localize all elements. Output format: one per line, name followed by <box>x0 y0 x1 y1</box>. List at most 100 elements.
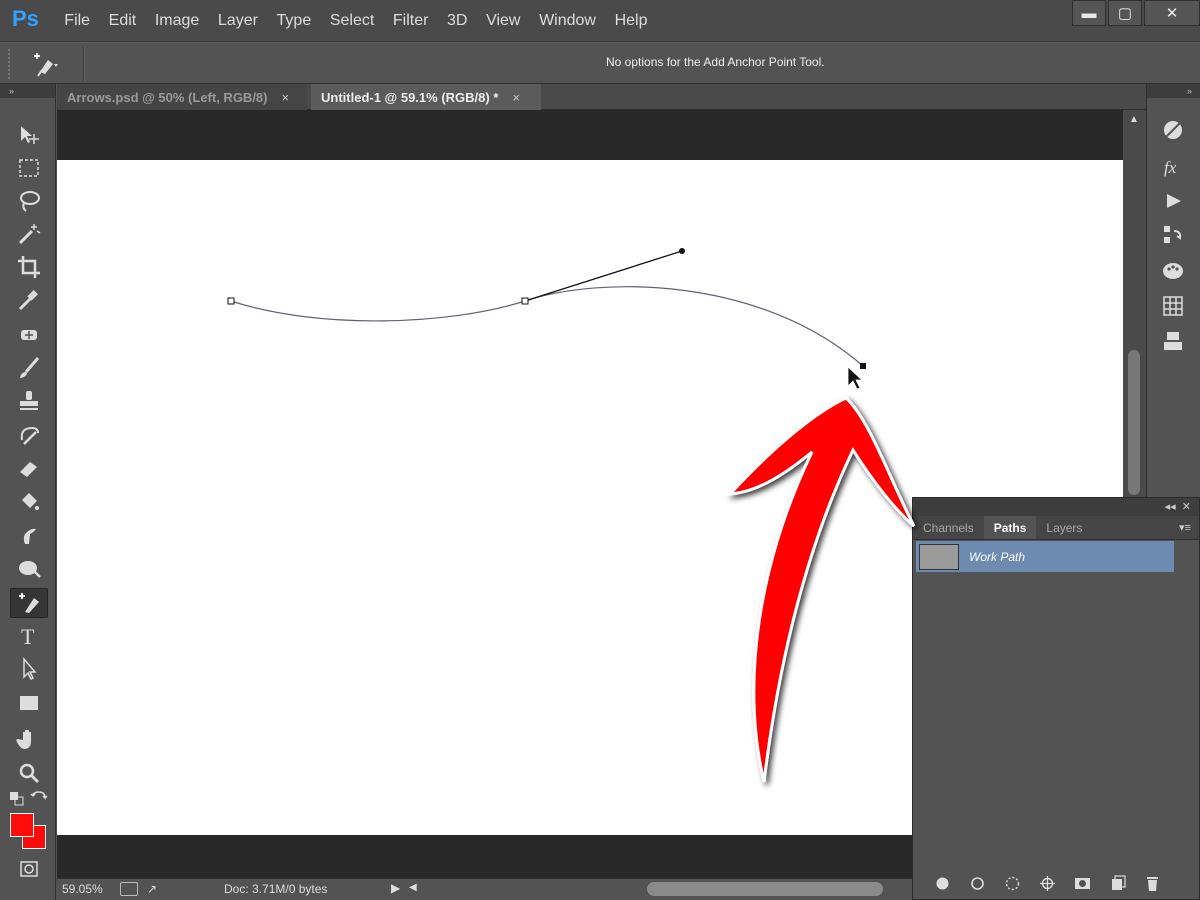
crop-icon <box>18 256 40 278</box>
tab-label: Untitled-1 @ 59.1% (RGB/8) * <box>321 89 499 105</box>
path-item-work-path[interactable]: Work Path <box>916 541 1174 572</box>
menu-filter[interactable]: Filter <box>384 12 438 30</box>
styles-fx-icon: fx <box>1164 158 1177 177</box>
fill-path-button[interactable] <box>933 874 951 892</box>
panel-scrollbar[interactable] <box>1177 541 1199 871</box>
tab-paths[interactable]: Paths <box>983 516 1037 539</box>
options-bar: No options for the Add Anchor Point Tool… <box>0 42 1200 84</box>
marquee-tool-button[interactable] <box>10 153 48 183</box>
panel-menu-icon[interactable]: ▾≡ <box>1179 521 1191 534</box>
actions-button[interactable] <box>1159 187 1187 215</box>
spot-healing-tool-button[interactable] <box>10 320 48 350</box>
grid-button[interactable] <box>1159 292 1187 320</box>
add-anchor-point-tool-button[interactable] <box>10 588 48 618</box>
menu-image[interactable]: Image <box>146 12 209 30</box>
history-button[interactable] <box>1159 221 1187 249</box>
minimize-button[interactable]: ▬ <box>1072 0 1106 26</box>
lasso-tool-button[interactable] <box>10 186 48 216</box>
path-selection-tool-button[interactable] <box>10 654 48 684</box>
dock-header[interactable]: » <box>1147 84 1200 98</box>
lasso-icon <box>20 191 40 212</box>
close-window-button[interactable]: ✕ <box>1144 0 1200 26</box>
paint-bucket-tool-button[interactable] <box>10 486 48 516</box>
tab-layers[interactable]: Layers <box>1036 516 1092 539</box>
add-mask-button[interactable] <box>1073 874 1091 892</box>
quick-mask-button[interactable] <box>10 854 48 884</box>
load-selection-button[interactable] <box>1003 874 1021 892</box>
stamp-icon <box>20 391 38 410</box>
menu-3d[interactable]: 3D <box>438 12 477 30</box>
magic-wand-tool-button[interactable] <box>10 219 48 249</box>
menu-window[interactable]: Window <box>530 12 606 30</box>
libraries-button[interactable] <box>1159 327 1187 355</box>
clone-stamp-tool-button[interactable] <box>10 386 48 416</box>
vertical-scroll-thumb[interactable] <box>1128 350 1140 495</box>
menu-help[interactable]: Help <box>605 12 657 30</box>
new-path-button[interactable] <box>1108 874 1126 892</box>
adjustments-icon <box>1164 121 1182 139</box>
adjustments-button[interactable] <box>1159 116 1187 144</box>
new-path-icon <box>1111 874 1126 890</box>
swatches-button[interactable] <box>1159 257 1187 285</box>
restore-button[interactable]: ▢ <box>1108 0 1142 26</box>
pen-plus-icon <box>19 593 39 613</box>
menu-type[interactable]: Type <box>267 12 320 30</box>
actions-play-icon <box>1167 194 1181 208</box>
stroke-path-button[interactable] <box>968 874 986 892</box>
document-tab-bar: Arrows.psd @ 50% (Left, RGB/8) × Untitle… <box>57 84 1146 110</box>
scroll-left-icon[interactable]: ◀ <box>409 882 417 893</box>
type-tool-button[interactable]: T <box>10 621 48 651</box>
menu-edit[interactable]: Edit <box>99 12 145 30</box>
tab-channels[interactable]: Channels <box>913 516 984 539</box>
make-work-path-button[interactable] <box>1038 874 1056 892</box>
paths-panel: ◂◂ ✕ Channels Paths Layers ▾≡ Work Path <box>912 497 1200 900</box>
tab-arrows-psd[interactable]: Arrows.psd @ 50% (Left, RGB/8) × <box>57 84 307 110</box>
load-selection-icon <box>1005 876 1019 890</box>
foreground-color-swatch[interactable] <box>10 813 34 837</box>
share-icon[interactable]: ↗ <box>147 882 165 896</box>
tab-close-icon[interactable]: × <box>512 90 520 105</box>
menu-bar: Ps File Edit Image Layer Type Select Fil… <box>0 0 1200 42</box>
tool-preset-picker[interactable] <box>26 49 78 79</box>
menu-file[interactable]: File <box>55 12 99 30</box>
horizontal-scroll-thumb[interactable] <box>647 882 883 896</box>
eraser-icon <box>20 462 37 477</box>
zoom-level[interactable]: 59.05% <box>62 882 103 896</box>
swap-colors-button[interactable] <box>26 784 52 814</box>
tools-panel-header[interactable]: » <box>0 84 55 98</box>
hand-icon <box>16 730 31 749</box>
tab-close-icon[interactable]: × <box>281 90 289 105</box>
menu-layer[interactable]: Layer <box>209 12 268 30</box>
paint-bucket-icon <box>22 493 39 510</box>
dodge-icon <box>19 561 41 578</box>
brush-tool-button[interactable] <box>10 353 48 383</box>
menu-select[interactable]: Select <box>321 12 384 30</box>
blur-tool-button[interactable] <box>10 520 48 550</box>
hand-tool-button[interactable] <box>10 724 48 754</box>
styles-button[interactable]: fx <box>1159 152 1187 180</box>
eraser-tool-button[interactable] <box>10 453 48 483</box>
menu-view[interactable]: View <box>477 12 530 30</box>
delete-path-button[interactable] <box>1143 874 1161 892</box>
palette-icon <box>1163 263 1183 279</box>
options-bar-grip[interactable] <box>8 49 12 79</box>
libraries-icon <box>1164 332 1182 350</box>
magnifier-icon <box>19 763 40 784</box>
panel-header[interactable]: ◂◂ ✕ <box>913 498 1199 516</box>
status-menu-icon[interactable]: ▶ <box>391 881 400 895</box>
rectangle-tool-button[interactable] <box>10 688 48 718</box>
rectangular-marquee-icon <box>19 159 39 177</box>
scroll-up-icon[interactable]: ▲ <box>1129 114 1139 125</box>
move-icon <box>21 126 39 144</box>
history-brush-tool-button[interactable] <box>10 420 48 450</box>
eyedropper-tool-button[interactable] <box>10 285 48 315</box>
doc-info: Doc: 3.71M/0 bytes <box>224 882 328 896</box>
status-view-icon[interactable] <box>120 882 138 896</box>
tab-untitled-1[interactable]: Untitled-1 @ 59.1% (RGB/8) * × <box>311 84 541 110</box>
move-tool-button[interactable] <box>10 120 48 150</box>
crop-tool-button[interactable] <box>10 252 48 282</box>
options-message: No options for the Add Anchor Point Tool… <box>606 55 825 69</box>
fill-path-icon <box>936 877 948 889</box>
type-icon: T <box>21 624 35 649</box>
dodge-tool-button[interactable] <box>10 553 48 583</box>
